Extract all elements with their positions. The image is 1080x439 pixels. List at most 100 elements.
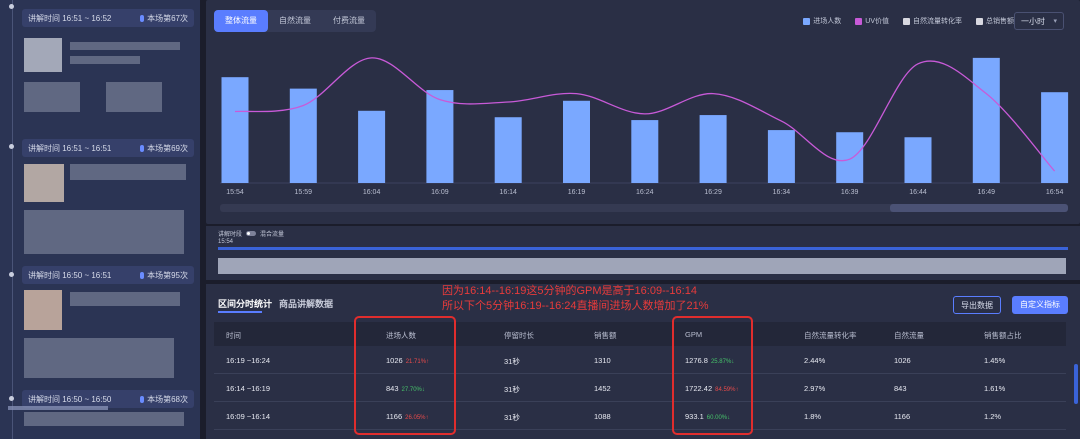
cell-time: 16:14 ~16:19 (226, 384, 271, 393)
bar-visitors[interactable] (631, 120, 659, 183)
microphone-icon (140, 395, 145, 403)
cell-natural: 1166 (894, 412, 911, 421)
timeline-dot (9, 396, 14, 401)
timeline-start-time: 15:54 (218, 239, 234, 245)
timeline-track[interactable] (218, 247, 1068, 250)
cell-natural: 843 (894, 384, 907, 393)
column-header: 停留时长 (504, 331, 534, 340)
x-tick-label: 16:14 (499, 189, 517, 196)
annotation-line: 因为16:14--16:19这5分钟的GPM是高于16:09--16:14 (442, 285, 697, 297)
product-thumbnail[interactable] (24, 164, 64, 202)
annotation-line: 所以下个5分钟16:19--16:24直播间进场人数增加了21% (442, 300, 709, 312)
column-header: 销售额占比 (984, 331, 1022, 340)
cell-time: 16:19 ~16:24 (226, 356, 271, 365)
cell-natural: 1026 (894, 356, 911, 365)
column-header: 时间 (226, 331, 241, 340)
bar-visitors[interactable] (836, 132, 864, 183)
highlight-box-gpm (672, 316, 753, 435)
column-header: 自然流量转化率 (804, 331, 857, 340)
table-row[interactable]: 16:19 ~16:24 1026 21.71%↑ 31秒 1310 1276.8… (214, 346, 1066, 374)
range-slider-handle[interactable] (890, 204, 1068, 212)
product-thumbnail[interactable] (24, 290, 62, 330)
cell-stay: 31秒 (504, 385, 520, 394)
sidebar-scrollbar[interactable] (8, 406, 108, 410)
blurred-stats (24, 82, 80, 112)
segment-time: 讲解时间 16:51 ~ 16:52 (28, 13, 112, 23)
x-tick-label: 16:34 (773, 189, 791, 196)
active-tab-underline (218, 311, 262, 313)
timeline-toggle-row: 讲解时段 混合流量 (218, 229, 284, 238)
x-tick-label: 16:54 (1046, 189, 1064, 196)
x-tick-label: 16:04 (363, 189, 381, 196)
segment-count: 本场第68次 (147, 394, 188, 404)
blurred-stats (24, 412, 184, 426)
microphone-icon (140, 14, 145, 22)
timeline-dot (9, 144, 14, 149)
segment-time: 讲解时间 16:50 ~ 16:50 (28, 394, 112, 404)
explanation-segment[interactable]: 讲解时间 16:50 ~ 16:50 本场第68次 (8, 386, 194, 426)
blurred-stats (24, 210, 184, 254)
x-tick-label: 15:59 (295, 189, 313, 196)
bar-visitors[interactable] (289, 88, 317, 183)
tab-interval-stats[interactable]: 区间分时统计 (218, 297, 272, 310)
bar-visitors[interactable] (563, 100, 590, 183)
x-tick-label: 15:54 (226, 189, 244, 196)
blurred-product-title (70, 164, 186, 180)
cell-conversion: 1.8% (804, 412, 822, 421)
bar-visitors[interactable] (221, 77, 249, 183)
microphone-icon (140, 144, 145, 152)
mixed-traffic-switch[interactable] (246, 231, 257, 236)
tab-product-explanation[interactable]: 商品讲解数据 (279, 297, 333, 310)
segment-count: 本场第95次 (147, 270, 188, 280)
table-row[interactable]: 16:14 ~16:19 843 27.70%↓ 31秒 1452 1722.42… (214, 374, 1066, 402)
red-annotation: 因为16:14--16:19这5分钟的GPM是高于16:09--16:14 所以… (442, 284, 709, 314)
timeline-dot (9, 272, 14, 277)
table-scrollbar[interactable] (1074, 364, 1078, 404)
blurred-stats (106, 82, 162, 112)
explanation-timeline-panel: 讲解时段 混合流量 15:54 (206, 226, 1080, 280)
bar-visitors[interactable] (699, 115, 727, 183)
cell-stay: 31秒 (504, 413, 520, 422)
cell-sales: 1452 (594, 384, 611, 393)
custom-metrics-button[interactable]: 自定义指标 (1012, 296, 1068, 314)
bar-visitors[interactable] (904, 137, 932, 183)
cell-sales-share: 1.61% (984, 384, 1006, 393)
export-data-button[interactable]: 导出数据 (953, 296, 1001, 314)
timeline-dot (9, 4, 14, 9)
x-tick-label: 16:44 (909, 189, 927, 196)
cell-conversion: 2.44% (804, 356, 826, 365)
bar-visitors[interactable] (1041, 92, 1069, 183)
bar-visitors[interactable] (767, 130, 795, 183)
table-row[interactable]: 16:09 ~16:14 1166 26.05%↑ 31秒 1088 933.1 6… (214, 402, 1066, 430)
bar-visitors[interactable] (426, 90, 454, 183)
segment-time: 讲解时间 16:50 ~ 16:51 (28, 270, 112, 280)
explanation-segment[interactable]: 讲解时间 16:51 ~ 16:52 本场第67次 (9, 4, 194, 112)
explanation-segment[interactable]: 讲解时间 16:50 ~ 16:51 本场第95次 (9, 262, 194, 378)
blurred-stats (24, 338, 174, 378)
product-thumbnail[interactable] (24, 38, 62, 72)
cell-sales-share: 1.2% (984, 412, 1002, 421)
x-tick-label: 16:24 (636, 189, 654, 196)
segment-count: 本场第67次 (147, 13, 188, 23)
traffic-chart: 15:54 15:59 16:04 16:09 16:14 16:19 16:24 16:29… (220, 57, 1069, 212)
column-header: 销售额 (594, 331, 617, 340)
x-tick-label: 16:49 (978, 189, 996, 196)
table-header: 时间 进场人数 停留时长 销售额 GPM 自然流量转化率 自然流量 销售额占比 (214, 322, 1066, 346)
cell-sales: 1310 (594, 356, 611, 365)
blurred-product-title (70, 42, 180, 50)
timeline-thumbnails[interactable] (218, 258, 1066, 274)
x-tick-label: 16:09 (431, 189, 449, 196)
segment-header: 讲解时间 16:51 ~ 16:51 本场第69次 (22, 139, 194, 157)
blurred-product-title (70, 56, 140, 64)
bar-visitors[interactable] (972, 57, 1000, 183)
segment-count: 本场第69次 (147, 143, 188, 153)
segment-header: 讲解时间 16:51 ~ 16:52 本场第67次 (22, 9, 194, 27)
cell-sales-share: 1.45% (984, 356, 1006, 365)
x-tick-label: 16:19 (568, 189, 586, 196)
highlight-box-visitors (354, 316, 456, 435)
cell-sales: 1088 (594, 412, 611, 421)
explanation-segment[interactable]: 讲解时间 16:51 ~ 16:51 本场第69次 (9, 134, 194, 254)
toggle-label-left: 讲解时段 (218, 232, 243, 238)
bar-visitors[interactable] (494, 117, 522, 183)
bar-visitors[interactable] (358, 110, 386, 183)
